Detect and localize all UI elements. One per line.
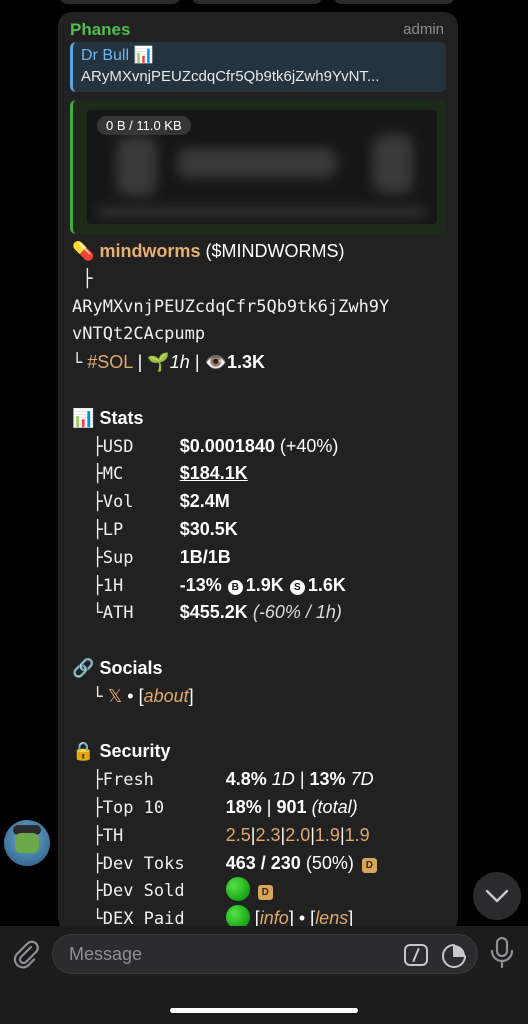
- stat-supply: ├Sup 1B/1B: [92, 546, 231, 568]
- sender-avatar[interactable]: [4, 820, 50, 866]
- holder-link-1[interactable]: 2.5: [226, 825, 251, 845]
- message-input[interactable]: Message: [52, 934, 478, 974]
- stat-usd: ├USD $0.0001840 (+40%): [92, 435, 339, 457]
- chart-icon: 📊: [72, 407, 95, 428]
- microphone-icon[interactable]: [488, 936, 516, 970]
- green-circle-icon: [225, 877, 250, 902]
- security-fresh: ├Fresh 4.8% 1D | 13% 7D: [92, 769, 374, 791]
- eye-icon: 👁️: [204, 352, 227, 373]
- about-link[interactable]: about: [144, 686, 189, 706]
- blurred-image[interactable]: 0 B / 11.0 KB: [87, 110, 437, 224]
- stat-ath: └ATH $455.2K (-60% / 1h): [92, 602, 342, 624]
- lock-icon: 🔒: [72, 741, 95, 762]
- contract-address-line2[interactable]: vNTQt2CAcpump: [72, 321, 452, 349]
- security-th: ├TH 2.5|2.3|2.0|1.9|1.9: [92, 824, 370, 846]
- chain-hashtag[interactable]: #SOL: [87, 352, 132, 372]
- admin-badge: admin: [403, 21, 444, 38]
- tree-branch: ├: [82, 268, 93, 289]
- stat-lp: ├LP $30.5K: [92, 518, 238, 540]
- home-indicator: [170, 1008, 358, 1013]
- holder-link-3[interactable]: 2.0: [285, 825, 310, 845]
- sell-icon: S: [289, 579, 305, 595]
- holder-link-4[interactable]: 1.9: [315, 825, 340, 845]
- token-meta-row: └ #SOL | 🌱1h | 👁️1.3K: [72, 352, 265, 374]
- market-cap-link[interactable]: $184.1K: [180, 463, 248, 483]
- dev-badge-icon[interactable]: D: [257, 885, 273, 901]
- composer-bar: Message: [0, 926, 528, 1024]
- pill-icon: 💊: [72, 241, 95, 262]
- sticker-icon[interactable]: [441, 943, 467, 969]
- holder-link-2[interactable]: 2.3: [255, 825, 280, 845]
- security-dev-sold: ├Dev Sold D: [72, 877, 452, 905]
- stat-1h: ├1H -13% B 1.9K S 1.6K: [92, 574, 346, 596]
- message-text: 💊 mindworms ($MINDWORMS) ├ ARyMXvnjPEUZc…: [72, 238, 452, 932]
- reply-text: ARyMXvnjPEUZcdqCfr5Qb9tk6jZwh9YvNT...: [81, 68, 380, 85]
- socials-header: 🔗 Socials: [72, 657, 163, 678]
- socials-row: └ 𝕏 • [about]: [92, 685, 194, 707]
- view-count: 1.3K: [226, 352, 265, 373]
- stats-header: 📊 Stats: [72, 407, 144, 428]
- message-placeholder: Message: [69, 944, 143, 964]
- media-preview[interactable]: 0 B / 11.0 KB: [70, 100, 446, 234]
- token-title-row: 💊 mindworms ($MINDWORMS): [72, 238, 452, 266]
- stat-mc: ├MC $184.1K: [92, 463, 248, 485]
- scroll-to-bottom-button[interactable]: [473, 872, 521, 920]
- holder-link-5[interactable]: 1.9: [345, 825, 370, 845]
- security-dev-toks: ├Dev Toks 463 / 230 (50%) D: [72, 850, 452, 878]
- reply-preview[interactable]: Dr Bull 📊 ARyMXvnjPEUZcdqCfr5Qb9tk6jZwh9…: [70, 42, 446, 92]
- download-size-label[interactable]: 0 B / 11.0 KB: [97, 116, 191, 135]
- security-top10: ├Top 10 18% | 901 (total): [92, 796, 358, 818]
- token-symbol: ($MINDWORMS): [205, 241, 345, 261]
- reply-author: Dr Bull 📊: [81, 47, 154, 64]
- security-header: 🔒 Security: [72, 741, 171, 762]
- token-age: 1h: [169, 352, 190, 373]
- message-bubble[interactable]: Phanes admin Dr Bull 📊 ARyMXvnjPEUZcdqCf…: [58, 12, 458, 932]
- link-icon: 🔗: [72, 657, 95, 678]
- stat-vol: ├Vol $2.4M: [92, 491, 230, 513]
- paperclip-icon[interactable]: [10, 938, 42, 970]
- sender-name[interactable]: Phanes: [70, 20, 130, 40]
- chevron-down-icon: [485, 889, 509, 903]
- dev-badge-icon[interactable]: D: [361, 857, 377, 873]
- bot-commands-icon[interactable]: [403, 943, 429, 967]
- seedling-icon: 🌱: [147, 352, 170, 373]
- token-name: mindworms: [99, 241, 201, 261]
- previous-message-stubs: [0, 0, 528, 6]
- x-icon[interactable]: 𝕏: [108, 686, 123, 706]
- buy-icon: B: [227, 579, 243, 595]
- contract-address-line1[interactable]: ARyMXvnjPEUZcdqCfr5Qb9tk6jZwh9Y: [72, 294, 452, 322]
